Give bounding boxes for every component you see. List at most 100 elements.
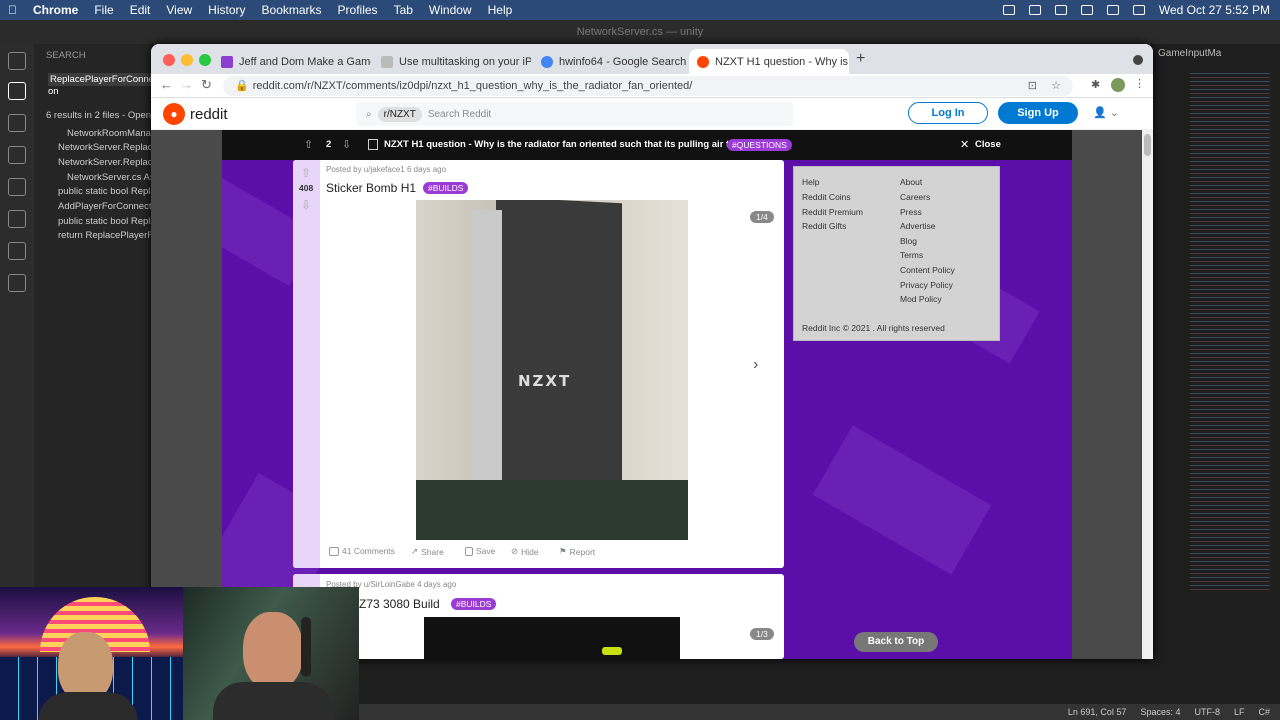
hide-button[interactable]: ⊘ Hide <box>511 546 539 557</box>
test-icon[interactable] <box>8 242 26 260</box>
post-meta[interactable]: Posted by u/jakeface1 6 days ago <box>326 165 446 174</box>
link-reddit-gifts[interactable]: Reddit Gifts <box>802 221 846 231</box>
url-bar[interactable]: 🔒 reddit.com/r/NZXT/comments/iz0dpi/nzxt_… <box>223 76 1073 96</box>
tab-reddit-active[interactable]: NZXT H1 question - Why is the ✕ <box>689 49 849 74</box>
explorer-icon[interactable] <box>8 52 26 70</box>
post-title[interactable]: Z73 3080 Build <box>359 597 440 611</box>
menu-file[interactable]: File <box>86 3 121 17</box>
control-center-icon[interactable] <box>1132 5 1145 15</box>
status-encoding[interactable]: UTF-8 <box>1194 707 1220 717</box>
menu-app-name[interactable]: Chrome <box>25 3 86 17</box>
menu-window[interactable]: Window <box>421 3 480 17</box>
profile-avatar[interactable] <box>1111 78 1125 92</box>
close-window-button[interactable] <box>163 54 175 66</box>
status-cursor[interactable]: Ln 691, Col 57 <box>1068 707 1127 717</box>
clock[interactable]: Wed Oct 27 5:52 PM <box>1159 3 1270 17</box>
menu-profiles[interactable]: Profiles <box>330 3 386 17</box>
status-language[interactable]: C# <box>1258 707 1270 717</box>
link-content-policy[interactable]: Content Policy <box>900 265 955 275</box>
source-control-icon[interactable] <box>8 114 26 132</box>
menu-bookmarks[interactable]: Bookmarks <box>254 3 330 17</box>
wifi-icon[interactable] <box>1106 5 1119 15</box>
status-eol[interactable]: LF <box>1234 707 1245 717</box>
post-image[interactable]: NZXT <box>416 200 688 540</box>
extensions-icon[interactable] <box>8 210 26 228</box>
reddit-search-input[interactable]: ⌕ r/NZXT Search Reddit <box>356 102 793 126</box>
menu-help[interactable]: Help <box>480 3 521 17</box>
link-terms[interactable]: Terms <box>900 250 923 260</box>
downvote-icon[interactable]: ⇩ <box>300 198 312 212</box>
install-icon[interactable]: ⊡ <box>1028 76 1037 96</box>
subreddit-chip[interactable]: r/NZXT <box>377 106 422 122</box>
search-icon[interactable] <box>8 82 26 100</box>
post-title[interactable]: NZXT H1 question - Why is the radiator f… <box>384 139 743 150</box>
share-button[interactable]: ↗ Share <box>411 546 444 557</box>
remote-icon[interactable] <box>8 178 26 196</box>
back-icon[interactable]: ← <box>160 77 173 92</box>
next-image-icon[interactable]: › <box>753 356 758 374</box>
link-careers[interactable]: Careers <box>900 192 930 202</box>
close-button[interactable]: Close <box>975 139 1001 150</box>
signup-button[interactable]: Sign Up <box>998 102 1078 124</box>
menu-edit[interactable]: Edit <box>122 3 159 17</box>
battery-icon[interactable] <box>1054 5 1067 15</box>
login-button[interactable]: Log In <box>908 102 988 124</box>
post-card[interactable]: Posted by u/SirLoinGabe 4 days ago Z73 3… <box>293 574 784 659</box>
tab-ipad-multitasking[interactable]: Use multitasking on your iPad ✕ <box>373 49 531 74</box>
extensions-puzzle-icon[interactable]: ✱ <box>1091 78 1100 91</box>
reddit-logo[interactable]: ● reddit <box>163 103 228 125</box>
comments-button[interactable]: 41 Comments <box>329 546 395 556</box>
post-title[interactable]: Sticker Bomb H1 <box>326 181 416 195</box>
link-advertise[interactable]: Advertise <box>900 221 935 231</box>
editor-tab[interactable]: GameInputMa <box>1158 48 1221 59</box>
close-icon[interactable]: ✕ <box>960 138 969 151</box>
status-icon[interactable] <box>1028 5 1041 15</box>
downvote-icon[interactable]: ⇩ <box>342 138 351 151</box>
menu-view[interactable]: View <box>158 3 200 17</box>
post-flair[interactable]: #BUILDS <box>423 182 469 194</box>
bookmark-star-icon[interactable]: ☆ <box>1051 76 1061 96</box>
dropbox-icon[interactable] <box>1002 5 1015 15</box>
link-privacy-policy[interactable]: Privacy Policy <box>900 280 953 290</box>
report-button[interactable]: ⚑ Report <box>559 546 595 557</box>
link-mod-policy[interactable]: Mod Policy <box>900 294 942 304</box>
zoom-window-button[interactable] <box>199 54 211 66</box>
docker-icon[interactable] <box>8 274 26 292</box>
new-tab-button[interactable]: + <box>856 50 865 68</box>
lock-icon[interactable]: 🔒 <box>235 80 249 92</box>
menu-tab[interactable]: Tab <box>386 3 421 17</box>
debug-icon[interactable] <box>8 146 26 164</box>
tab-label: Use multitasking on your iPad <box>399 55 531 68</box>
tab-search-icon[interactable] <box>1133 55 1143 65</box>
link-about[interactable]: About <box>900 177 922 187</box>
reload-icon[interactable]: ↻ <box>201 77 212 93</box>
link-blog[interactable]: Blog <box>900 236 917 246</box>
image-counter: 1/3 <box>750 628 774 640</box>
minimap[interactable] <box>1190 70 1270 590</box>
post-image[interactable] <box>424 617 680 659</box>
post-flair[interactable]: #QUESTIONS <box>727 139 792 151</box>
upvote-icon[interactable]: ⇧ <box>304 138 313 151</box>
back-to-top-button[interactable]: Back to Top <box>854 632 938 652</box>
upvote-icon[interactable]: ⇧ <box>300 166 312 180</box>
volume-icon[interactable] <box>1080 5 1093 15</box>
chrome-menu-icon[interactable]: ⋮ <box>1134 77 1145 90</box>
minimize-window-button[interactable] <box>181 54 193 66</box>
link-reddit-premium[interactable]: Reddit Premium <box>802 207 863 217</box>
user-menu-icon[interactable]: 👤 ⌄ <box>1093 106 1119 119</box>
page-scrollbar[interactable] <box>1142 130 1153 659</box>
scrollbar-thumb[interactable] <box>1144 134 1151 156</box>
apple-icon[interactable]:  <box>0 3 25 17</box>
tab-jeff-and-dom[interactable]: Jeff and Dom Make a Game ✕ <box>213 49 371 74</box>
search-query-input[interactable]: ReplacePlayerForConnecti <box>48 73 164 86</box>
forward-icon[interactable]: → <box>180 77 193 92</box>
menu-history[interactable]: History <box>200 3 253 17</box>
tab-google-search[interactable]: hwinfo64 - Google Search ✕ <box>533 49 689 74</box>
link-press[interactable]: Press <box>900 207 922 217</box>
link-help[interactable]: Help <box>802 177 819 187</box>
link-reddit-coins[interactable]: Reddit Coins <box>802 192 851 202</box>
status-spaces[interactable]: Spaces: 4 <box>1140 707 1180 717</box>
post-card[interactable]: ⇧ 408 ⇩ Posted by u/jakeface1 6 days ago… <box>293 160 784 568</box>
post-flair[interactable]: #BUILDS <box>451 598 497 610</box>
save-button[interactable]: Save <box>465 546 495 556</box>
